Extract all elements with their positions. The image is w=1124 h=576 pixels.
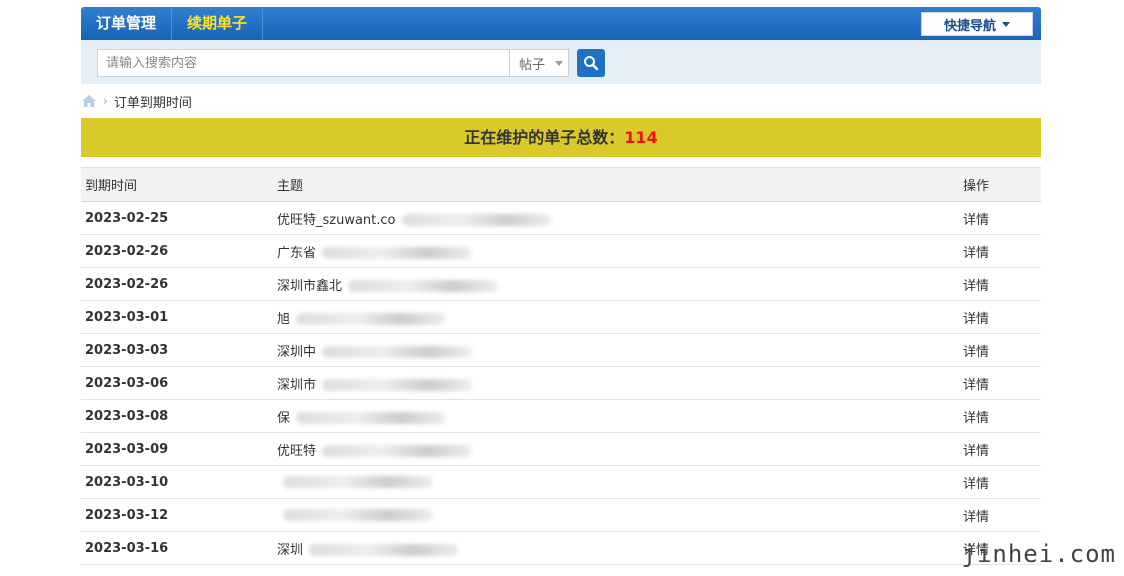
table-row: 2023-03-16 深圳 详情 [81, 531, 1041, 565]
expiry-date: 2023-03-06 [81, 366, 277, 400]
subject-text[interactable]: 旭 [277, 308, 290, 327]
chevron-down-icon [1002, 21, 1010, 27]
table-row: 2023-03-08 保 详情 [81, 399, 1041, 433]
table-row: 2023-02-25 优旺特_szuwant.co 详情 [81, 201, 1041, 235]
header-subject: 主题 [277, 167, 963, 202]
breadcrumb-current: 订单到期时间 [113, 95, 192, 111]
watermark: jinhei.com [961, 540, 1116, 568]
expiry-date: 2023-03-01 [81, 300, 277, 334]
redacted-blur [309, 544, 460, 556]
expiry-date: 2023-03-12 [81, 498, 277, 532]
banner-text: 正在维护的单子总数： [464, 128, 625, 147]
subject-cell: 深圳市鑫北 [277, 267, 963, 301]
redacted-blur [283, 509, 433, 521]
subject-text[interactable]: 保 [277, 407, 290, 426]
nav-item-orders[interactable]: 订单管理 [81, 7, 173, 40]
subject-cell: 优旺特 [277, 432, 963, 466]
subject-cell: 深圳 [277, 531, 963, 565]
detail-link[interactable]: 详情 [963, 465, 1041, 499]
redacted-blur [401, 214, 552, 226]
subject-cell: 广东省 [277, 234, 963, 268]
table-row: 2023-03-09 优旺特 详情 [81, 432, 1041, 466]
table-header: 到期时间 主题 操作 [81, 167, 1041, 202]
detail-link[interactable]: 详情 [963, 366, 1041, 400]
dropdown-arrow-icon [555, 60, 564, 66]
subject-cell: 保 [277, 399, 963, 433]
detail-link[interactable]: 详情 [963, 498, 1041, 532]
subject-text[interactable]: 广东省 [277, 242, 316, 261]
redacted-blur [348, 280, 499, 292]
subject-text[interactable]: 优旺特_szuwant.co [277, 209, 396, 228]
redacted-blur [322, 445, 473, 457]
expiry-date: 2023-03-10 [81, 465, 277, 499]
search-input[interactable] [97, 49, 509, 77]
search-type-select[interactable]: 帖子 [509, 49, 569, 77]
detail-link[interactable]: 详情 [963, 333, 1041, 367]
search-type-value: 帖子 [519, 57, 546, 73]
nav-item-renewals[interactable]: 续期单子 [172, 7, 264, 40]
search-icon [584, 56, 599, 71]
expiry-date: 2023-02-26 [81, 234, 277, 268]
subject-cell: 深圳中 [277, 333, 963, 367]
table-row: 2023-03-06 深圳市 详情 [81, 366, 1041, 400]
header-expiry: 到期时间 [81, 167, 277, 202]
home-icon[interactable] [81, 94, 97, 108]
banner-count: 114 [624, 128, 658, 147]
detail-link[interactable]: 详情 [963, 267, 1041, 301]
orders-table: 到期时间 主题 操作 2023-02-25 优旺特_szuwant.co 详情 202… [81, 167, 1041, 565]
expiry-date: 2023-02-25 [81, 201, 277, 235]
subject-text[interactable]: 深圳 [277, 539, 303, 558]
subject-cell [277, 465, 963, 499]
subject-cell: 优旺特_szuwant.co [277, 201, 963, 235]
quick-nav-button[interactable]: 快捷导航 [921, 12, 1033, 36]
expiry-date: 2023-03-09 [81, 432, 277, 466]
table-row: 2023-03-01 旭 详情 [81, 300, 1041, 334]
detail-link[interactable]: 详情 [963, 201, 1041, 235]
chevron-right-icon: › [103, 94, 108, 108]
table-row: 2023-03-12 详情 [81, 498, 1041, 532]
detail-link[interactable]: 详情 [963, 432, 1041, 466]
redacted-blur [322, 346, 473, 358]
table-row: 2023-03-10 详情 [81, 465, 1041, 499]
expiry-date: 2023-03-16 [81, 531, 277, 565]
breadcrumb: › 订单到期时间 [81, 84, 1041, 118]
quick-nav-label: 快捷导航 [943, 18, 996, 34]
subject-cell [277, 498, 963, 532]
subject-text[interactable]: 深圳中 [277, 341, 316, 360]
subject-text[interactable]: 深圳市 [277, 374, 316, 393]
redacted-blur [322, 247, 473, 259]
header-action: 操作 [963, 167, 1041, 202]
redacted-blur [296, 412, 447, 424]
detail-link[interactable]: 详情 [963, 234, 1041, 268]
search-bar: 帖子 [81, 40, 1041, 84]
redacted-blur [296, 313, 447, 325]
table-row: 2023-02-26 深圳市鑫北 详情 [81, 267, 1041, 301]
search-button[interactable] [577, 49, 605, 77]
subject-text[interactable]: 深圳市鑫北 [277, 275, 342, 294]
redacted-blur [283, 476, 433, 488]
table-row: 2023-02-26 广东省 详情 [81, 234, 1041, 268]
subject-text[interactable]: 优旺特 [277, 440, 316, 459]
subject-cell: 旭 [277, 300, 963, 334]
top-nav: 订单管理 续期单子 快捷导航 [81, 7, 1041, 40]
table-row: 2023-03-03 深圳中 详情 [81, 333, 1041, 367]
expiry-date: 2023-03-03 [81, 333, 277, 367]
subject-cell: 深圳市 [277, 366, 963, 400]
expiry-date: 2023-03-08 [81, 399, 277, 433]
redacted-blur [322, 379, 473, 391]
detail-link[interactable]: 详情 [963, 399, 1041, 433]
detail-link[interactable]: 详情 [963, 300, 1041, 334]
total-banner: 正在维护的单子总数：114 [81, 118, 1041, 157]
expiry-date: 2023-02-26 [81, 267, 277, 301]
main-panel: 订单管理 续期单子 快捷导航 帖子 › 订单到期时间 正在维护的单子总数：114 [81, 7, 1041, 565]
